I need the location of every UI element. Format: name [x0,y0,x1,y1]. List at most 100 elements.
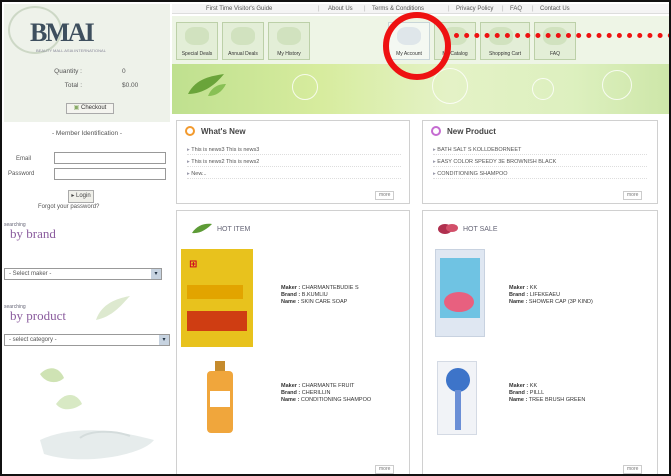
brand-value: LIFEKEAEU [529,292,561,298]
new-product-more-button[interactable]: more [623,191,643,200]
tab-shopping-cart[interactable]: Shopping Cart [480,22,530,60]
name-label: Name : [509,397,528,403]
bubble-decoration-icon [432,68,468,104]
maker-label: Maker : [509,383,529,389]
new-product-panel: New Product BATH SALT S KOLLDEBORNEET EA… [422,120,658,204]
nav-about-us[interactable]: About Us [328,4,353,14]
bubble-decoration-icon [602,70,632,100]
hot-sale-title: HOT SALE [437,223,498,235]
news-item[interactable]: This is news3 This is news3 [187,145,401,155]
tab-label: FAQ [549,51,560,57]
hot-item-panel: HOT ITEM ⊞ Maker : CHARMANTEBUDIE S Bran… [176,210,410,474]
name-value[interactable]: CONDITIONING SHAMPOO [301,397,371,403]
product-image[interactable] [207,361,233,433]
tab-thumbnail-icon [277,27,301,45]
tab-annual-deals[interactable]: Annual Deals [222,22,264,60]
brand-label: Brand : [509,292,529,298]
new-product-item[interactable]: EASY COLOR SPEEDY 3E BROWNISH BLACK [433,157,647,167]
logo-area[interactable]: BMAI BEAUTY MALL ASIA INTERNATIONAL [4,4,170,60]
tab-label: Shopping Cart [489,51,521,57]
login-button[interactable]: ▸ Login [68,190,94,203]
brand-select-value: - Select maker - [9,271,52,277]
product-image[interactable] [437,361,477,435]
chevron-down-icon: ▾ [151,269,161,279]
brand-value: B.KUMLIU [301,292,328,298]
hot-sale-more-button[interactable]: more [623,465,643,474]
cart-summary: Quantity : 0 Total : $0.00 ▣ Checkout [4,60,170,122]
annotation-circle [383,12,451,80]
new-product-title: New Product [431,126,496,136]
email-field[interactable] [54,152,166,164]
nav-separator: | [502,6,504,12]
whats-new-panel: What's New This is news3 This is news3 T… [176,120,410,204]
whats-new-title-text: What's New [201,126,246,136]
brand-value: CHERILLIN [301,390,331,396]
name-value[interactable]: SHOWER CAP (3P KIND) [529,299,593,305]
brand-label: Brand : [281,390,301,396]
tab-label: Special Deals [181,51,213,57]
product-search-title: by product [10,308,66,323]
product-info: Maker : KK Brand : LIFEKEAEU Name : SHOW… [509,285,649,306]
news-item[interactable]: This is news2 This is news2 [187,157,401,167]
whats-new-more-button[interactable]: more [375,191,395,200]
login-label: Login [76,193,91,199]
tab-special-deals[interactable]: Special Deals [176,22,218,60]
news-item[interactable]: New... [187,169,401,179]
name-value[interactable]: SKIN CARE SOAP [301,299,347,305]
checkout-label: Checkout [80,105,107,111]
leaf-icon [192,223,212,234]
product-package-art [187,311,247,331]
brand-label: Brand : [281,292,301,298]
brand-select[interactable]: - Select maker - ▾ [4,268,162,280]
name-label: Name : [509,299,528,305]
hot-item-title-text: HOT ITEM [217,225,251,233]
password-field[interactable] [54,168,166,180]
nav-first-time-guide[interactable]: First Time Visitor's Guide [206,4,272,14]
maker-value: CHARMANTE FRUIT [301,383,355,389]
product-image[interactable] [435,249,485,337]
tab-faq[interactable]: FAQ [534,22,576,60]
brush-head-icon [446,368,470,392]
checkout-button[interactable]: ▣ Checkout [66,103,114,114]
product-package-art: ⊞ [189,259,198,270]
name-value[interactable]: TREE BRUSH GREEN [529,397,586,403]
brush-handle-icon [455,390,461,430]
tab-label: My History [277,51,301,57]
hot-sale-title-text: HOT SALE [463,225,498,233]
logo-subtitle: BEAUTY MALL ASIA INTERNATIONAL [36,48,106,53]
email-label: Email [16,156,32,162]
product-info: Maker : CHARMANTE FRUIT Brand : CHERILLI… [281,383,405,404]
maker-value: KK [529,383,538,389]
nav-faq[interactable]: FAQ [510,4,522,14]
hand-with-leaves-decoration-icon [40,368,154,460]
product-image[interactable]: ⊞ [181,249,253,347]
total-value: $0.00 [122,82,139,89]
bottle-cap-icon [215,361,225,371]
login-icon: ▸ [71,193,75,199]
product-info: Maker : CHARMANTEBUDIE S Brand : B.KUMLI… [281,285,405,306]
total-label: Total : [64,82,82,89]
nav-privacy-policy[interactable]: Privacy Policy [456,4,493,14]
member-title: - Member Identification - [51,130,123,137]
maker-label: Maker : [281,383,301,389]
password-label: Password [8,171,35,177]
product-info: Maker : KK Brand : PILLL Name : TREE BRU… [509,383,649,404]
hot-item-more-button[interactable]: more [375,465,395,474]
forgot-password-link[interactable]: Forgot your password? [38,204,99,210]
nav-contact-us[interactable]: Contact Us [540,4,570,14]
maker-label: Maker : [509,285,529,291]
maker-value: KK [529,285,538,291]
whats-new-title: What's New [185,126,246,136]
brand-label: Brand : [509,390,529,396]
new-product-item[interactable]: CONDITIONING SHAMPOO [433,169,647,179]
nav-separator: | [318,6,320,12]
bubble-decoration-icon [532,78,554,100]
tab-my-history[interactable]: My History [268,22,310,60]
logo[interactable]: BMAI [30,18,95,48]
maker-label: Maker : [281,285,301,291]
hot-sale-panel: HOT SALE Maker : KK Brand : LIFEKEAEU Na… [422,210,658,474]
new-product-item[interactable]: BATH SALT S KOLLDEBORNEET [433,145,647,155]
annotation-dotted-line [454,33,669,38]
nav-separator: | [364,6,366,12]
name-label: Name : [281,299,300,305]
